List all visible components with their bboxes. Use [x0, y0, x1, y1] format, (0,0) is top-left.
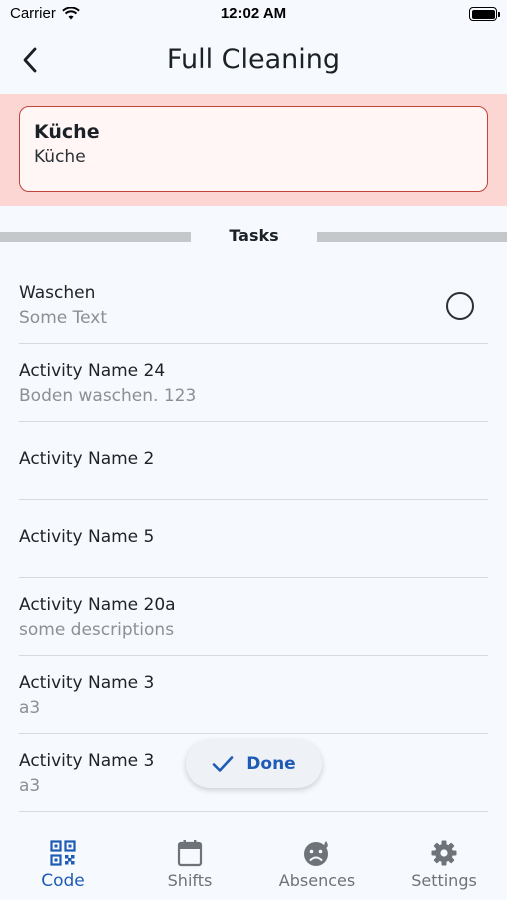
calendar-icon: [177, 839, 203, 867]
checkmark-icon: [212, 756, 234, 772]
done-button[interactable]: Done: [186, 740, 322, 788]
task-name: Waschen: [19, 283, 96, 303]
task-description: Some Text: [19, 308, 107, 328]
section-divider-right: [317, 232, 507, 242]
task-name: Activity Name 3: [19, 751, 155, 771]
task-name: Activity Name 24: [19, 361, 166, 381]
sad-face-icon: [303, 839, 331, 867]
task-description: some descriptions: [19, 620, 175, 640]
tab-label: Shifts: [167, 871, 213, 890]
tab-bar: Code Shifts Absences Settings: [0, 830, 507, 900]
status-bar: Carrier 12:02 AM: [0, 0, 507, 30]
tab-settings[interactable]: Settings: [381, 830, 507, 900]
battery-icon: [469, 7, 500, 21]
task-description: a3: [19, 698, 41, 718]
location-title: Küche: [34, 121, 100, 143]
task-item[interactable]: Activity Name 24 Boden waschen. 123: [19, 344, 488, 422]
task-description: Boden waschen. 123: [19, 386, 197, 406]
gear-icon: [431, 839, 457, 867]
task-name: Activity Name 3: [19, 673, 155, 693]
task-item[interactable]: Activity Name 5: [19, 500, 488, 578]
task-name: Activity Name 20a: [19, 595, 176, 615]
task-list: Waschen Some Text Activity Name 24 Boden…: [0, 266, 507, 812]
page-title: Full Cleaning: [166, 44, 341, 75]
task-item[interactable]: Activity Name 20a some descriptions: [19, 578, 488, 656]
task-name: Activity Name 5: [19, 527, 155, 547]
tasks-section-header: Tasks: [0, 226, 507, 248]
section-divider-left: [0, 232, 191, 242]
location-card[interactable]: Küche Küche: [19, 106, 488, 192]
tab-shifts[interactable]: Shifts: [127, 830, 253, 900]
tab-code[interactable]: Code: [0, 830, 126, 900]
section-title: Tasks: [229, 226, 279, 245]
tab-label: Absences: [278, 871, 356, 890]
tab-absences[interactable]: Absences: [254, 830, 380, 900]
task-description: a3: [19, 776, 41, 796]
location-subtitle: Küche: [34, 147, 86, 167]
task-item[interactable]: Activity Name 2: [19, 422, 488, 500]
done-label: Done: [246, 754, 296, 774]
task-check-circle[interactable]: [446, 292, 474, 320]
navigation-bar: Full Cleaning: [0, 34, 507, 90]
task-name: Activity Name 2: [19, 449, 155, 469]
task-item[interactable]: Activity Name 3 a3: [19, 656, 488, 734]
tab-label: Settings: [411, 871, 477, 890]
task-item[interactable]: Waschen Some Text: [19, 266, 488, 344]
location-banner: Küche Küche: [0, 94, 507, 206]
qr-code-icon: [50, 839, 76, 867]
clock: 12:02 AM: [220, 5, 287, 22]
tab-label: Code: [41, 871, 85, 891]
